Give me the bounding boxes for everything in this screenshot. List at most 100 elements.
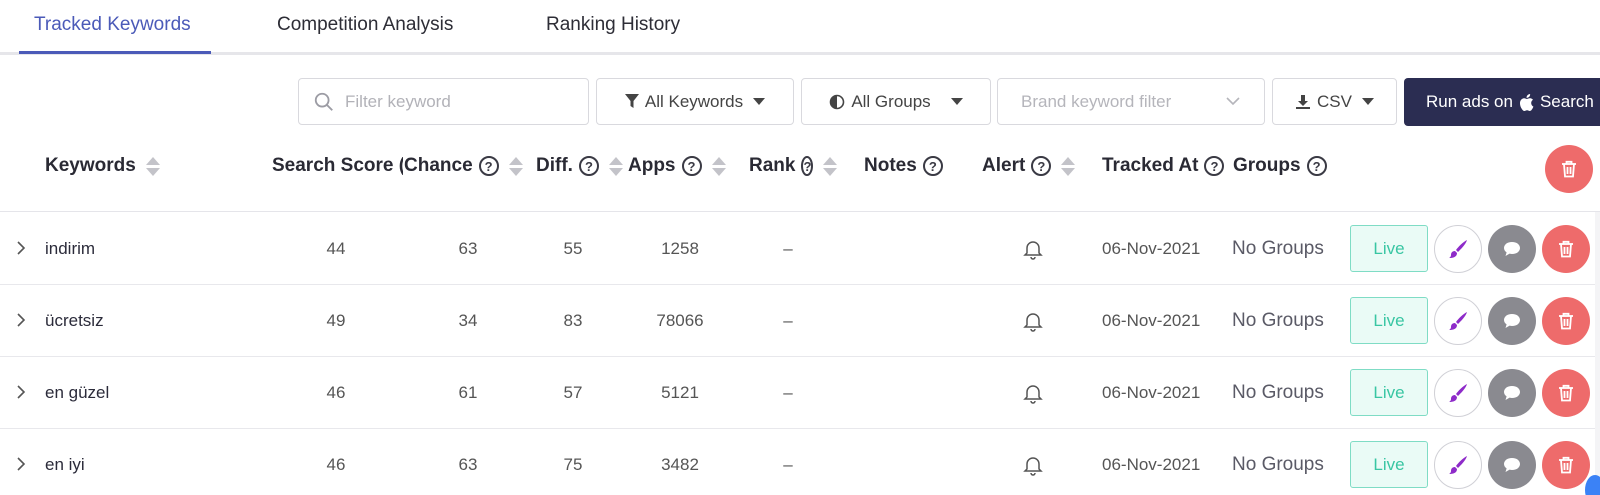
column-label: Alert bbox=[982, 155, 1026, 176]
bell-icon[interactable] bbox=[1022, 382, 1044, 404]
csv-export-button[interactable]: CSV bbox=[1272, 78, 1397, 125]
column-header-apps[interactable]: Apps ? bbox=[628, 155, 726, 177]
search-score-cell: 44 bbox=[326, 238, 346, 258]
keyword-cell: en iyi bbox=[45, 454, 85, 474]
trash-icon bbox=[1562, 160, 1576, 178]
tracked-at-cell: 06-Nov-2021 bbox=[1102, 454, 1201, 474]
help-icon[interactable]: ? bbox=[1306, 156, 1327, 176]
filter-keyword-field[interactable] bbox=[298, 78, 589, 125]
help-icon[interactable]: ? bbox=[478, 156, 499, 176]
diff-cell: 55 bbox=[563, 238, 583, 258]
delete-keyword-button[interactable] bbox=[1542, 441, 1590, 489]
column-label: Search Score ( bbox=[272, 155, 403, 176]
active-tab-indicator bbox=[19, 51, 211, 54]
bell-icon[interactable] bbox=[1022, 238, 1044, 260]
run-ads-button[interactable]: Run ads on Search bbox=[1404, 78, 1600, 126]
customize-button[interactable] bbox=[1434, 441, 1482, 489]
column-header-rank[interactable]: Rank ? bbox=[749, 155, 837, 177]
download-icon bbox=[1296, 94, 1311, 109]
help-icon[interactable]: ? bbox=[681, 156, 702, 176]
paint-brush-icon bbox=[1449, 312, 1467, 330]
chance-cell: 61 bbox=[458, 382, 478, 402]
search-score-cell: 46 bbox=[326, 454, 346, 474]
column-header-search-score[interactable]: Search Score ( bbox=[272, 155, 403, 177]
chevron-right-icon[interactable] bbox=[14, 456, 28, 472]
add-note-button[interactable] bbox=[1488, 297, 1536, 345]
live-status-button[interactable]: Live bbox=[1350, 225, 1428, 272]
bell-icon[interactable] bbox=[1022, 310, 1044, 332]
chevron-right-icon[interactable] bbox=[14, 240, 28, 256]
help-chat-launcher[interactable] bbox=[1585, 475, 1600, 495]
sort-icon[interactable] bbox=[608, 156, 623, 176]
add-note-button[interactable] bbox=[1488, 225, 1536, 273]
help-icon[interactable]: ? bbox=[1031, 156, 1052, 176]
search-icon bbox=[314, 92, 333, 111]
row-overflow-edge bbox=[1595, 356, 1600, 429]
live-status-button[interactable]: Live bbox=[1350, 297, 1428, 344]
groups-cell[interactable]: No Groups bbox=[1232, 212, 1324, 285]
trash-icon bbox=[1559, 384, 1573, 402]
trash-icon bbox=[1559, 456, 1573, 474]
customize-button[interactable] bbox=[1434, 297, 1482, 345]
tab-bar: Tracked Keywords Competition Analysis Ra… bbox=[0, 0, 1600, 58]
apps-cell: 3482 bbox=[661, 454, 699, 474]
delete-keyword-button[interactable] bbox=[1542, 297, 1590, 345]
keyword-cell: indirim bbox=[45, 238, 96, 258]
run-ads-suffix: Search bbox=[1539, 92, 1594, 111]
run-ads-label: Run ads on bbox=[1426, 92, 1513, 111]
column-header-alert[interactable]: Alert ? bbox=[982, 155, 1076, 177]
chevron-down-icon bbox=[1226, 97, 1240, 106]
help-icon[interactable]: ? bbox=[578, 156, 599, 176]
filter-keyword-input[interactable] bbox=[345, 91, 575, 112]
rank-cell: – bbox=[783, 382, 793, 402]
column-header-diff[interactable]: Diff. ? bbox=[536, 155, 623, 177]
all-keywords-label: All Keywords bbox=[644, 91, 744, 111]
sort-icon[interactable] bbox=[711, 156, 726, 176]
chevron-right-icon[interactable] bbox=[14, 384, 28, 400]
delete-selected-button[interactable] bbox=[1545, 145, 1593, 193]
tab-ranking-history[interactable]: Ranking History bbox=[546, 14, 680, 36]
diff-cell: 75 bbox=[563, 454, 583, 474]
keyword-cell: en güzel bbox=[45, 382, 110, 402]
sort-icon[interactable] bbox=[823, 156, 837, 176]
customize-button[interactable] bbox=[1434, 369, 1482, 417]
rank-cell: – bbox=[783, 310, 793, 330]
chance-cell: 63 bbox=[458, 454, 478, 474]
csv-label: CSV bbox=[1317, 91, 1352, 111]
all-groups-dropdown[interactable]: All Groups bbox=[801, 78, 991, 125]
add-note-button[interactable] bbox=[1488, 369, 1536, 417]
help-icon[interactable]: ? bbox=[1204, 156, 1225, 176]
bell-icon[interactable] bbox=[1022, 454, 1044, 476]
column-header-keywords[interactable]: Keywords bbox=[45, 155, 160, 177]
brand-keyword-filter[interactable]: Brand keyword filter bbox=[997, 78, 1265, 125]
help-icon[interactable]: ? bbox=[922, 156, 943, 176]
column-label: Notes bbox=[864, 155, 917, 176]
column-label: Groups bbox=[1233, 155, 1301, 176]
chance-cell: 63 bbox=[458, 238, 478, 258]
sort-icon[interactable] bbox=[145, 156, 160, 176]
half-circle-icon bbox=[830, 94, 845, 109]
customize-button[interactable] bbox=[1434, 225, 1482, 273]
groups-cell[interactable]: No Groups bbox=[1232, 356, 1324, 429]
tab-competition-analysis[interactable]: Competition Analysis bbox=[277, 14, 453, 36]
add-note-button[interactable] bbox=[1488, 441, 1536, 489]
diff-cell: 83 bbox=[563, 310, 583, 330]
chevron-right-icon[interactable] bbox=[14, 312, 28, 328]
trash-icon bbox=[1559, 240, 1573, 258]
tab-tracked-keywords[interactable]: Tracked Keywords bbox=[34, 14, 191, 36]
paint-brush-icon bbox=[1449, 456, 1467, 474]
delete-keyword-button[interactable] bbox=[1542, 369, 1590, 417]
live-status-button[interactable]: Live bbox=[1350, 441, 1428, 488]
rank-cell: – bbox=[783, 454, 793, 474]
groups-cell[interactable]: No Groups bbox=[1232, 284, 1324, 357]
keyword-cell: ücretsiz bbox=[45, 310, 104, 330]
column-header-chance[interactable]: Chance ? bbox=[404, 155, 523, 177]
help-icon[interactable]: ? bbox=[801, 156, 814, 176]
trash-icon bbox=[1559, 312, 1573, 330]
sort-icon[interactable] bbox=[508, 156, 523, 176]
groups-cell[interactable]: No Groups bbox=[1232, 428, 1324, 495]
all-keywords-dropdown[interactable]: All Keywords bbox=[596, 78, 794, 125]
live-status-button[interactable]: Live bbox=[1350, 369, 1428, 416]
sort-icon[interactable] bbox=[1061, 156, 1076, 176]
delete-keyword-button[interactable] bbox=[1542, 225, 1590, 273]
